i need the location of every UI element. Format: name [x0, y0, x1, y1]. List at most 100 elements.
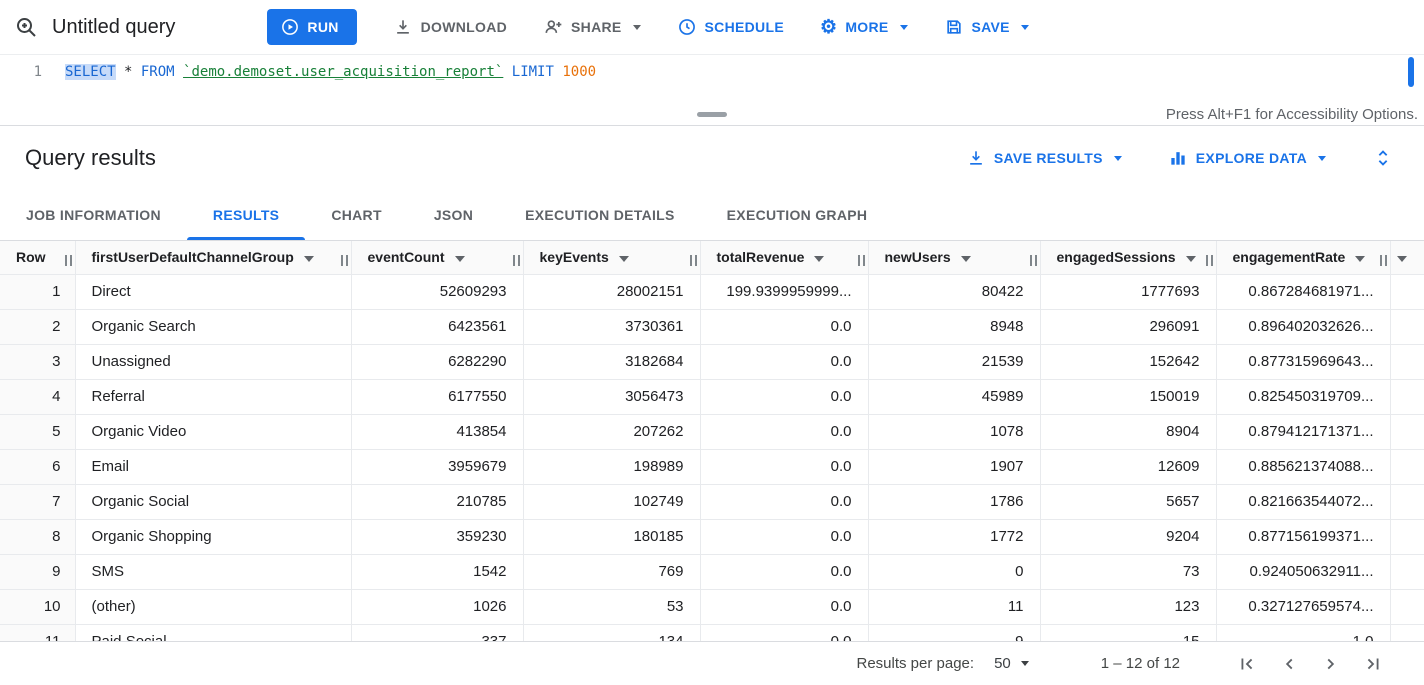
column-menu-icon[interactable]: [1186, 256, 1196, 262]
sql-code-line[interactable]: SELECT * FROM `demo.demoset.user_acquisi…: [65, 64, 596, 80]
channel-group-cell: Organic Social: [75, 484, 351, 519]
page-size-select[interactable]: 50: [994, 655, 1029, 672]
save-results-dropdown-icon: [1114, 156, 1122, 161]
tab-job-information[interactable]: JOB INFORMATION: [0, 190, 187, 240]
column-resize-handle[interactable]: [1030, 255, 1037, 266]
column-resize-handle[interactable]: [1206, 255, 1213, 266]
table-row: 3 Unassigned 6282290 3182684 0.0 21539 1…: [0, 344, 1424, 379]
schedule-button[interactable]: SCHEDULE: [677, 17, 784, 37]
save-results-button[interactable]: SAVE RESULTS: [966, 148, 1122, 168]
tab-json[interactable]: JSON: [408, 190, 499, 240]
key-events-cell: 3182684: [523, 344, 700, 379]
first-page-button[interactable]: [1236, 653, 1258, 675]
table-row: 5 Organic Video 413854 207262 0.0 1078 8…: [0, 414, 1424, 449]
column-header-newusers[interactable]: newUsers: [868, 241, 1040, 274]
column-resize-handle[interactable]: [858, 255, 865, 266]
next-page-button[interactable]: [1320, 653, 1342, 675]
column-resize-handle[interactable]: [65, 255, 72, 266]
column-header-engagementrate[interactable]: engagementRate: [1216, 241, 1390, 274]
sql-limit-value: 1000: [562, 64, 596, 80]
column-menu-icon[interactable]: [1397, 256, 1407, 262]
row-number-cell: 9: [0, 554, 75, 589]
download-button[interactable]: DOWNLOAD: [393, 17, 507, 37]
engaged-sessions-cell: 5657: [1040, 484, 1216, 519]
last-page-button[interactable]: [1362, 653, 1384, 675]
results-table-body: 1 Direct 52609293 28002151 199.939995999…: [0, 274, 1424, 641]
channel-group-cell: (other): [75, 589, 351, 624]
engagement-rate-cell: 0.821663544072...: [1216, 484, 1390, 519]
row-number-cell: 1: [0, 274, 75, 309]
save-button[interactable]: SAVE: [944, 17, 1029, 37]
column-header-clipped[interactable]: [1390, 241, 1424, 274]
engagement-rate-cell: 0.885621374088...: [1216, 449, 1390, 484]
page-size-dropdown-icon: [1021, 661, 1029, 666]
column-resize-handle[interactable]: [690, 255, 697, 266]
column-menu-icon[interactable]: [1355, 256, 1365, 262]
editor-scrollbar-thumb[interactable]: [1408, 57, 1414, 87]
person-add-icon: [543, 17, 563, 37]
row-number-cell: 2: [0, 309, 75, 344]
more-dropdown-icon: [900, 25, 908, 30]
last-page-icon: [1362, 653, 1384, 675]
table-row: 8 Organic Shopping 359230 180185 0.0 177…: [0, 519, 1424, 554]
engaged-sessions-cell: 150019: [1040, 379, 1216, 414]
engaged-sessions-cell: 15: [1040, 624, 1216, 641]
column-menu-icon[interactable]: [961, 256, 971, 262]
results-title: Query results: [25, 145, 156, 171]
tab-chart[interactable]: CHART: [305, 190, 408, 240]
table-row: 4 Referral 6177550 3056473 0.0 45989 150…: [0, 379, 1424, 414]
total-revenue-cell: 0.0: [700, 309, 868, 344]
column-header-keyevents[interactable]: keyEvents: [523, 241, 700, 274]
key-events-cell: 28002151: [523, 274, 700, 309]
channel-group-cell: Organic Video: [75, 414, 351, 449]
column-menu-icon[interactable]: [814, 256, 824, 262]
column-menu-icon[interactable]: [304, 256, 314, 262]
column-header-eventcount[interactable]: eventCount: [351, 241, 523, 274]
column-header-totalrevenue[interactable]: totalRevenue: [700, 241, 868, 274]
results-table-container: Row firstUserDefaultChannelGroup eventCo…: [0, 241, 1424, 641]
tab-results[interactable]: RESULTS: [187, 190, 305, 240]
engagement-rate-cell: 0.327127659574...: [1216, 589, 1390, 624]
gear-icon: ⚙: [820, 18, 837, 37]
pagination-bar: Results per page: 50 1 – 12 of 12: [0, 641, 1424, 685]
previous-page-button[interactable]: [1278, 653, 1300, 675]
column-resize-handle[interactable]: [1380, 255, 1387, 266]
column-menu-icon[interactable]: [455, 256, 465, 262]
results-tabs: JOB INFORMATION RESULTS CHART JSON EXECU…: [0, 190, 1424, 241]
column-resize-handle[interactable]: [513, 255, 520, 266]
chevron-left-icon: [1278, 653, 1300, 675]
query-title: Untitled query: [52, 16, 175, 39]
run-button[interactable]: RUN: [267, 9, 356, 45]
toolbar-actions: RUN DOWNLOAD SHARE SCHEDULE ⚙ MORE: [267, 9, 1028, 45]
row-number-cell: 6: [0, 449, 75, 484]
explore-data-button[interactable]: EXPLORE DATA: [1168, 148, 1326, 168]
row-number-cell: 7: [0, 484, 75, 519]
sql-table-reference[interactable]: `demo.demoset.user_acquisition_report`: [183, 64, 503, 80]
tab-execution-graph[interactable]: EXECUTION GRAPH: [701, 190, 894, 240]
channel-group-cell: Organic Search: [75, 309, 351, 344]
channel-group-cell: Direct: [75, 274, 351, 309]
panel-resize-handle[interactable]: [697, 112, 727, 117]
sql-star: *: [116, 64, 141, 80]
column-resize-handle[interactable]: [341, 255, 348, 266]
key-events-cell: 207262: [523, 414, 700, 449]
run-label: RUN: [307, 19, 338, 35]
column-header-row[interactable]: Row: [0, 241, 75, 274]
column-menu-icon[interactable]: [619, 256, 629, 262]
clipped-cell: [1390, 414, 1424, 449]
column-header-engagedsessions[interactable]: engagedSessions: [1040, 241, 1216, 274]
sql-editor[interactable]: 1 SELECT * FROM `demo.demoset.user_acqui…: [0, 55, 1424, 105]
total-revenue-cell: 0.0: [700, 344, 868, 379]
channel-group-cell: SMS: [75, 554, 351, 589]
tab-execution-details[interactable]: EXECUTION DETAILS: [499, 190, 701, 240]
channel-group-cell: Paid Social: [75, 624, 351, 641]
chevron-right-icon: [1320, 653, 1342, 675]
clipped-cell: [1390, 589, 1424, 624]
event-count-cell: 413854: [351, 414, 523, 449]
unfold-results-button[interactable]: [1372, 147, 1394, 169]
engagement-rate-cell: 0.879412171371...: [1216, 414, 1390, 449]
share-button[interactable]: SHARE: [543, 17, 641, 37]
first-page-icon: [1236, 653, 1258, 675]
more-button[interactable]: ⚙ MORE: [820, 18, 908, 37]
column-header-firstuserdefaultchannelgroup[interactable]: firstUserDefaultChannelGroup: [75, 241, 351, 274]
